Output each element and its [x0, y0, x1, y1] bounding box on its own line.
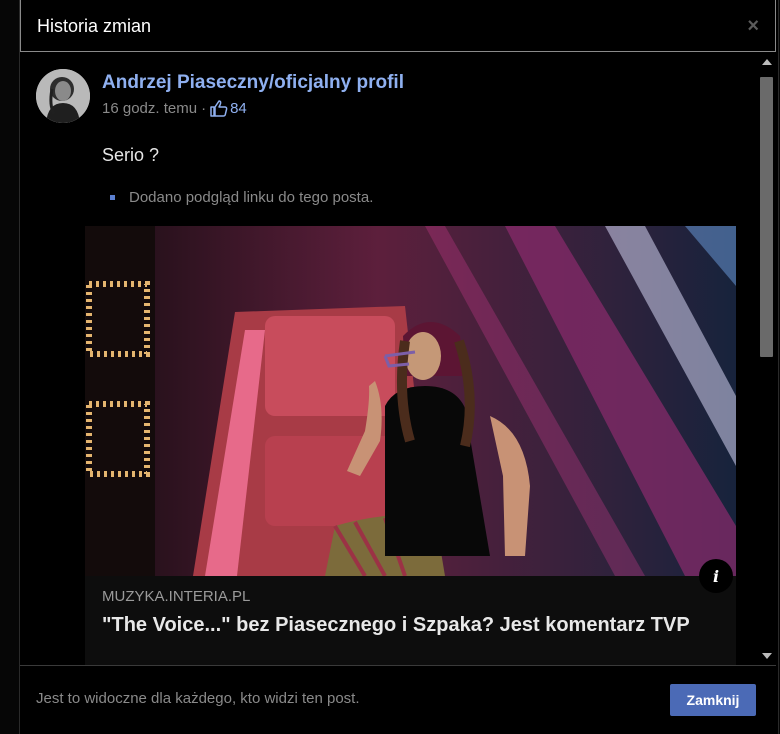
scroll-down-arrow-icon[interactable] — [762, 653, 772, 659]
dialog-content: Andrzej Piaseczny/oficjalny profil 16 go… — [20, 53, 758, 665]
link-title[interactable]: "The Voice..." bez Piasecznego i Szpaka?… — [102, 612, 722, 638]
scroll-up-arrow-icon[interactable] — [762, 59, 772, 65]
avatar[interactable] — [36, 69, 90, 123]
change-list-item: Dodano podgląd linku do tego posta. — [110, 189, 373, 206]
dialog-title: Historia zmian — [37, 16, 152, 36]
author-name[interactable]: Andrzej Piaseczny/oficjalny profil — [102, 72, 404, 94]
post-text: Serio ? — [102, 145, 160, 165]
like-count[interactable]: 84 — [230, 100, 247, 117]
info-icon[interactable]: i — [699, 559, 733, 593]
post-timestamp[interactable]: 16 godz. temu — [102, 100, 197, 117]
close-button[interactable]: Zamknij — [670, 684, 756, 716]
meta-separator: · — [201, 100, 207, 117]
post-meta: 16 godz. temu · 84 — [102, 100, 247, 117]
bullet — [110, 195, 115, 200]
edit-history-dialog: Historia zmian × Andrzej Piaseczny/oficj… — [19, 0, 779, 734]
close-icon[interactable]: × — [747, 16, 759, 36]
visibility-note: Jest to widoczne dla każdego, kto widzi … — [36, 690, 360, 707]
dialog-header: Historia zmian × — [20, 0, 776, 52]
thumbs-up-icon — [210, 100, 228, 117]
stage-photo — [85, 226, 736, 576]
scroll-thumb[interactable] — [760, 77, 773, 357]
dialog-footer: Jest to widoczne dla każdego, kto widzi … — [20, 665, 776, 734]
profile-photo — [36, 69, 90, 123]
link-domain: MUZYKA.INTERIA.PL — [102, 588, 251, 605]
link-preview[interactable]: i MUZYKA.INTERIA.PL "The Voice..." bez P… — [85, 226, 736, 665]
scrollbar[interactable] — [758, 53, 776, 665]
change-description: Dodano podgląd linku do tego posta. — [129, 189, 374, 206]
preview-image[interactable] — [85, 226, 736, 576]
